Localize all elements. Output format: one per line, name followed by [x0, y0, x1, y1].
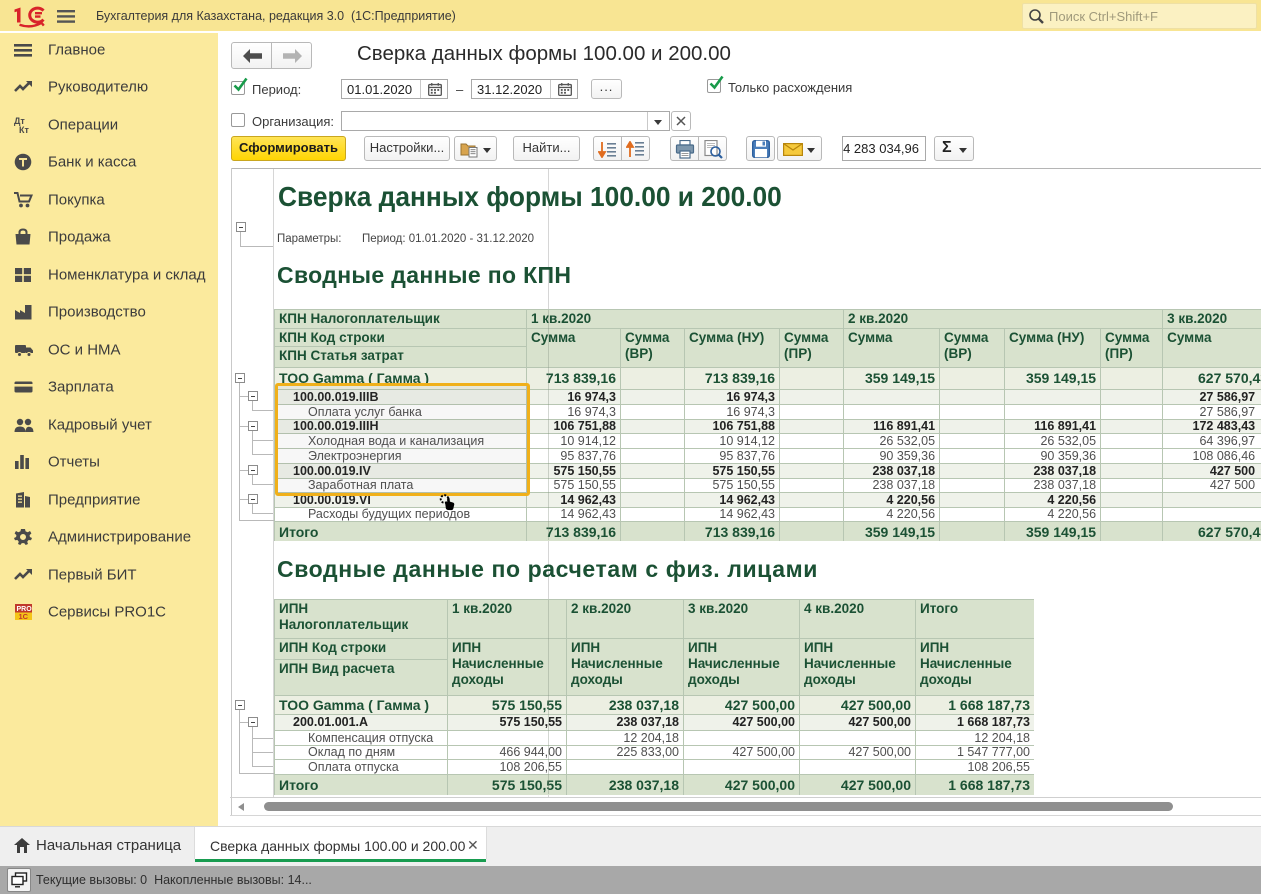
svg-text:Кт: Кт [19, 125, 29, 134]
svg-text:1С: 1С [19, 612, 29, 621]
